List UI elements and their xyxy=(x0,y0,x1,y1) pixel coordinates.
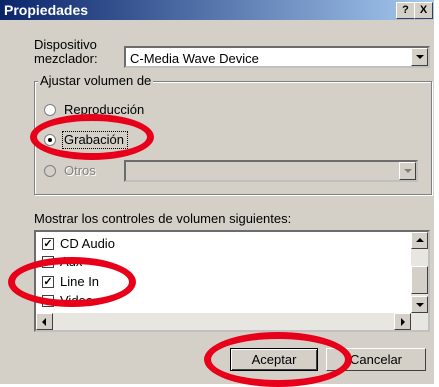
radio-reproduccion-label[interactable]: Reproducción xyxy=(64,102,144,117)
horizontal-scrollbar[interactable] xyxy=(36,313,428,330)
chevron-down-icon xyxy=(416,55,424,59)
scroll-right-button[interactable] xyxy=(394,313,411,330)
properties-dialog: Propiedades ? X Dispositivo mezclador: C… xyxy=(0,0,434,384)
radio-grabacion[interactable] xyxy=(44,134,56,146)
checkbox-cd-audio[interactable]: ✓ xyxy=(42,238,54,250)
title-bar[interactable]: Propiedades ? X xyxy=(0,0,434,20)
list-item-label[interactable]: Video xyxy=(60,293,93,308)
list-item-label[interactable]: Line In xyxy=(60,274,99,289)
scroll-up-button[interactable] xyxy=(411,232,428,249)
vertical-scroll-thumb[interactable] xyxy=(411,266,428,294)
scroll-left-button[interactable] xyxy=(36,313,53,330)
controls-label: Mostrar los controles de volumen siguien… xyxy=(34,211,292,226)
vertical-scrollbar[interactable] xyxy=(411,232,428,313)
radio-otros[interactable] xyxy=(44,165,56,177)
window-title: Propiedades xyxy=(4,2,89,18)
otros-select[interactable] xyxy=(124,160,418,182)
mixer-label-line1: Dispositivo xyxy=(34,37,97,52)
close-button[interactable]: X xyxy=(414,2,433,19)
radio-otros-label[interactable]: Otros xyxy=(64,163,96,178)
controls-list[interactable]: ✓ CD Audio Aux ✓ Line In Video xyxy=(34,230,430,332)
chevron-down-icon xyxy=(404,169,412,173)
mixer-label-line2: mezclador: xyxy=(34,51,98,66)
help-button[interactable]: ? xyxy=(396,2,415,19)
chevron-left-icon xyxy=(42,318,46,326)
mixer-device-value: C-Media Wave Device xyxy=(130,51,259,66)
cancel-button[interactable]: Cancelar xyxy=(326,348,426,371)
adjust-volume-group-title: Ajustar volumen de xyxy=(38,73,154,88)
checkbox-aux[interactable] xyxy=(42,256,54,268)
otros-dropdown-button[interactable] xyxy=(399,162,416,180)
mixer-dropdown-button[interactable] xyxy=(411,48,428,66)
checkbox-video[interactable] xyxy=(42,295,54,307)
radio-reproduccion[interactable] xyxy=(44,104,56,116)
ok-button[interactable]: Aceptar xyxy=(230,348,318,371)
checkbox-line-in[interactable]: ✓ xyxy=(42,276,54,288)
radio-grabacion-label[interactable]: Grabación xyxy=(64,132,124,147)
mixer-device-select[interactable]: C-Media Wave Device xyxy=(124,46,430,68)
chevron-up-icon xyxy=(416,238,424,242)
chevron-right-icon xyxy=(401,318,405,326)
list-item-label[interactable]: CD Audio xyxy=(60,236,115,251)
scroll-down-button[interactable] xyxy=(411,296,428,313)
chevron-down-icon xyxy=(416,303,424,307)
list-item-label[interactable]: Aux xyxy=(60,254,82,269)
